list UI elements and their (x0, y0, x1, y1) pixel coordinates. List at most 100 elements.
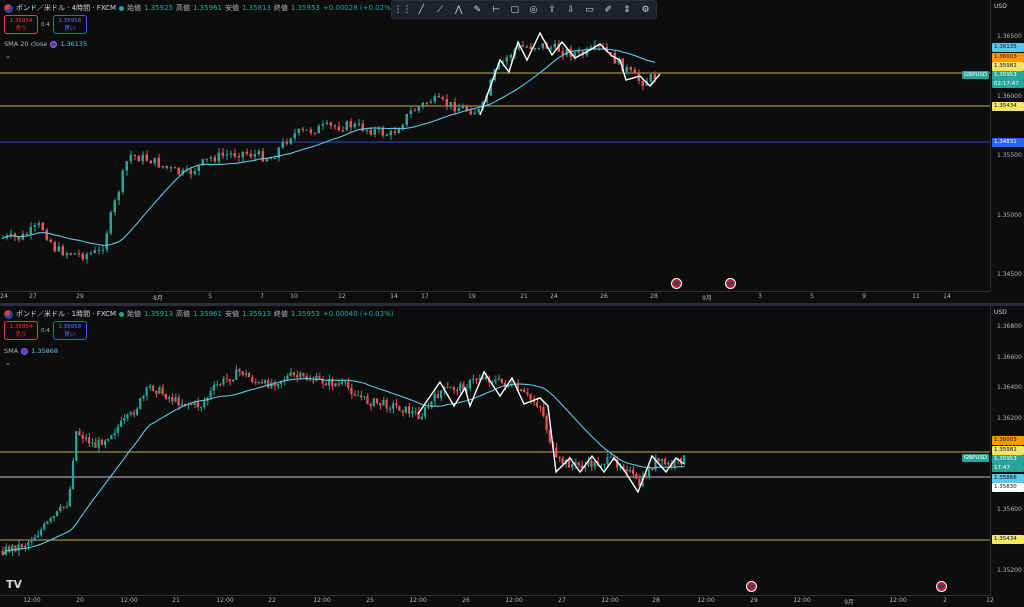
price-range-icon[interactable]: ⇕ (620, 2, 635, 17)
spread-value: 0.4 (41, 327, 50, 334)
candle-body (23, 546, 27, 548)
candle-body (77, 253, 80, 255)
arrow-up-icon[interactable]: ⇧ (545, 2, 560, 17)
candle-body (209, 157, 212, 159)
price-tick-label: 1.35600 (997, 506, 1022, 513)
buy-button[interactable]: 1.35958 買い (52, 15, 87, 34)
buy-button[interactable]: 1.35958 買い (52, 321, 87, 340)
candle-body (148, 385, 151, 388)
candle-body (261, 151, 264, 162)
grip-icon[interactable]: ⋮⋮ (394, 2, 412, 17)
pattern-icon[interactable]: ⋀ (451, 2, 466, 17)
time-tick-label: 11 (912, 293, 920, 300)
brush-icon[interactable]: ✐ (601, 2, 616, 17)
time-axis-4h[interactable]: 24 27 29 8月 5 7 10 12 14 17 19 21 24 26 28 9月 3 5 9 11 14 (0, 291, 990, 303)
candle-body (324, 383, 327, 386)
low-value: 1.35913 (241, 310, 271, 318)
price-tag: 1.36003 (992, 53, 1024, 62)
sell-button[interactable]: 1.35954 売り (4, 321, 38, 340)
candle-body (633, 69, 636, 73)
gbp-usd-flag-icon (4, 3, 13, 13)
candle-body (542, 407, 545, 416)
collapse-chevron-icon[interactable]: ⌄ (5, 359, 11, 367)
plot-area-1h[interactable] (0, 306, 990, 595)
candle-body (369, 129, 372, 135)
chart-pane-4h[interactable]: ポンド／米ドル · 4時間 · FXCM 始値 1.35925 高値 1.35961… (0, 0, 1024, 516)
time-tick-label: 2 (943, 597, 947, 604)
candle-body (161, 387, 164, 394)
candle-body (97, 250, 100, 252)
close-value: 1.35953 (290, 4, 320, 12)
price-axis-4h[interactable]: 1.365001.360001.355001.350001.345001.340… (990, 0, 1024, 516)
time-tick-label: 14 (390, 293, 398, 300)
candle-body (337, 383, 340, 385)
economic-event-flag-icon[interactable] (936, 581, 947, 592)
tradingview-logo[interactable]: TV (6, 578, 22, 591)
candle-body (145, 154, 148, 161)
chart-pane-1h[interactable]: ポンド／米ドル · 1時間 · FXCM 始値 1.35913 高値 1.35961… (0, 306, 1024, 607)
candle-body (69, 253, 72, 255)
time-tick-label: 14 (943, 293, 951, 300)
candle-body (157, 157, 160, 168)
arrow-down-icon[interactable]: ⇩ (564, 2, 579, 17)
candle-body (93, 250, 96, 254)
indicator-settings-icon[interactable] (50, 40, 58, 48)
candle-body (37, 223, 40, 226)
sma-legend-1h[interactable]: SMA 1.35868 (4, 347, 58, 355)
candle-body (25, 234, 28, 236)
time-axis-1h[interactable]: 12:00 20 12:00 21 12:00 22 12:00 25 12:00 26 12:00… (0, 595, 994, 607)
candle-body (525, 46, 528, 48)
callout-icon[interactable]: ▭ (582, 2, 597, 17)
candle-body (241, 151, 244, 158)
candle-body (61, 246, 64, 256)
candle-body (577, 51, 580, 53)
economic-event-flag-icon[interactable] (725, 278, 736, 289)
candle-body (321, 124, 324, 126)
candle-body (233, 153, 236, 157)
time-tick-label: 19 (468, 293, 476, 300)
settings-icon[interactable]: ⚙ (638, 2, 653, 17)
candle-body (333, 125, 336, 127)
candle-body (468, 379, 471, 389)
candle-body (269, 158, 272, 160)
candle-body (247, 373, 251, 378)
candle-body (39, 529, 43, 536)
candle-body (317, 125, 320, 134)
symbol-title[interactable]: ポンド／米ドル · 1時間 · FXCM (16, 309, 116, 319)
candle-body (302, 373, 305, 376)
pencil-icon[interactable]: ✎ (470, 2, 485, 17)
trend-line-icon[interactable]: ╱ (414, 2, 429, 17)
indicator-settings-icon[interactable] (21, 347, 29, 355)
candle-body (133, 155, 136, 157)
price-tick-label: 1.36400 (997, 384, 1022, 391)
economic-event-flag-icon[interactable] (671, 278, 682, 289)
candle-body (137, 156, 140, 162)
candle-body (281, 141, 284, 148)
time-tick-label: 28 (652, 597, 660, 604)
candle-body (459, 383, 462, 391)
rectangle-icon[interactable]: ▢ (507, 2, 522, 17)
zigzag-icon[interactable]: ⟋ (433, 2, 448, 17)
time-tick-label: 12:00 (697, 597, 715, 604)
candle-body (141, 154, 144, 162)
plot-area-4h[interactable] (0, 0, 990, 291)
price-axis-1h[interactable]: 1.368001.366001.364001.362001.360001.358… (990, 306, 1024, 595)
market-status-icon (119, 311, 125, 317)
economic-event-flag-icon[interactable] (746, 581, 757, 592)
collapse-chevron-icon[interactable]: ⌄ (5, 52, 11, 60)
candle-body (519, 389, 523, 392)
sell-button[interactable]: 1.35954 売り (4, 15, 38, 34)
candle-body (393, 131, 396, 133)
candle-body (52, 516, 55, 519)
ellipse-icon[interactable]: ◎ (526, 2, 541, 17)
candle-body (132, 412, 135, 415)
symbol-title[interactable]: ポンド／米ドル · 4時間 · FXCM (16, 3, 116, 13)
candle-body (347, 381, 350, 388)
candle-body (361, 123, 364, 131)
sma-legend-4h[interactable]: SMA 20 close 1.36135 (4, 40, 87, 48)
open-label: 始値 (127, 310, 142, 318)
price-tag: 1.35982 (992, 62, 1024, 71)
candle-body (635, 473, 638, 479)
price-tick-label: 1.35000 (997, 211, 1022, 219)
horizontal-ray-icon[interactable]: ⊢ (489, 2, 504, 17)
